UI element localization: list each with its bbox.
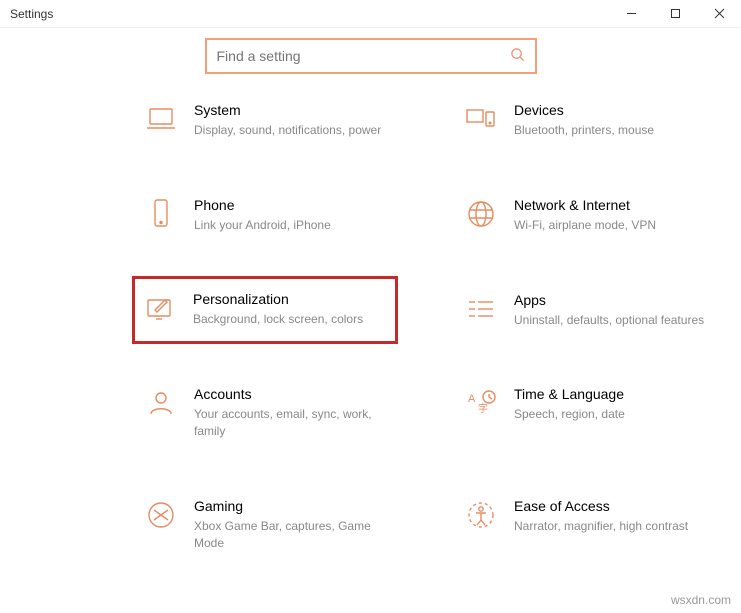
settings-item-personalization[interactable]: Personalization Background, lock screen,… (132, 276, 398, 345)
settings-item-subtitle: Uninstall, defaults, optional features (514, 312, 706, 329)
settings-item-title: Phone (194, 197, 386, 213)
maximize-button[interactable] (653, 0, 697, 28)
settings-item-apps[interactable]: Apps Uninstall, defaults, optional featu… (460, 288, 710, 333)
search-icon (510, 47, 525, 65)
settings-item-subtitle: Your accounts, email, sync, work, family (194, 406, 386, 440)
settings-item-subtitle: Display, sound, notifications, power (194, 122, 386, 139)
search-input[interactable] (217, 48, 510, 64)
settings-item-title: Time & Language (514, 386, 706, 402)
globe-icon (464, 197, 498, 231)
settings-item-title: Network & Internet (514, 197, 706, 213)
settings-item-subtitle: Xbox Game Bar, captures, Game Mode (194, 518, 386, 552)
settings-item-subtitle: Narrator, magnifier, high contrast (514, 518, 706, 535)
window-controls (609, 0, 741, 28)
settings-item-devices[interactable]: Devices Bluetooth, printers, mouse (460, 98, 710, 143)
settings-item-subtitle: Speech, region, date (514, 406, 706, 423)
titlebar: Settings (0, 0, 741, 28)
time-lang-icon: A字 (464, 386, 498, 420)
svg-text:A: A (468, 393, 476, 405)
settings-item-title: System (194, 102, 386, 118)
settings-item-title: Gaming (194, 498, 386, 514)
settings-item-phone[interactable]: Phone Link your Android, iPhone (140, 193, 390, 238)
laptop-icon (144, 102, 178, 136)
apps-icon (464, 292, 498, 326)
settings-item-accounts[interactable]: Accounts Your accounts, email, sync, wor… (140, 382, 390, 444)
minimize-button[interactable] (609, 0, 653, 28)
settings-item-time-language[interactable]: A字 Time & Language Speech, region, date (460, 382, 710, 444)
settings-item-title: Apps (514, 292, 706, 308)
settings-item-network[interactable]: Network & Internet Wi-Fi, airplane mode,… (460, 193, 710, 238)
personalize-icon (143, 291, 177, 325)
window-title: Settings (10, 7, 53, 21)
close-button[interactable] (697, 0, 741, 28)
settings-item-subtitle: Bluetooth, printers, mouse (514, 122, 706, 139)
accounts-icon (144, 386, 178, 420)
settings-item-title: Personalization (193, 291, 387, 307)
watermark: wsxdn.com (671, 593, 731, 607)
settings-item-subtitle: Wi-Fi, airplane mode, VPN (514, 217, 706, 234)
svg-text:字: 字 (478, 402, 488, 415)
search-box[interactable] (205, 38, 537, 74)
phone-icon (144, 197, 178, 231)
settings-item-title: Accounts (194, 386, 386, 402)
settings-item-ease-access[interactable]: Ease of Access Narrator, magnifier, high… (460, 494, 710, 556)
settings-item-gaming[interactable]: Gaming Xbox Game Bar, captures, Game Mod… (140, 494, 390, 556)
settings-item-subtitle: Background, lock screen, colors (193, 311, 387, 328)
gaming-icon (144, 498, 178, 532)
ease-access-icon (464, 498, 498, 532)
settings-item-title: Devices (514, 102, 706, 118)
settings-grid: System Display, sound, notifications, po… (140, 98, 741, 556)
devices-icon (464, 102, 498, 136)
settings-item-title: Ease of Access (514, 498, 706, 514)
settings-item-subtitle: Link your Android, iPhone (194, 217, 386, 234)
settings-item-system[interactable]: System Display, sound, notifications, po… (140, 98, 390, 143)
